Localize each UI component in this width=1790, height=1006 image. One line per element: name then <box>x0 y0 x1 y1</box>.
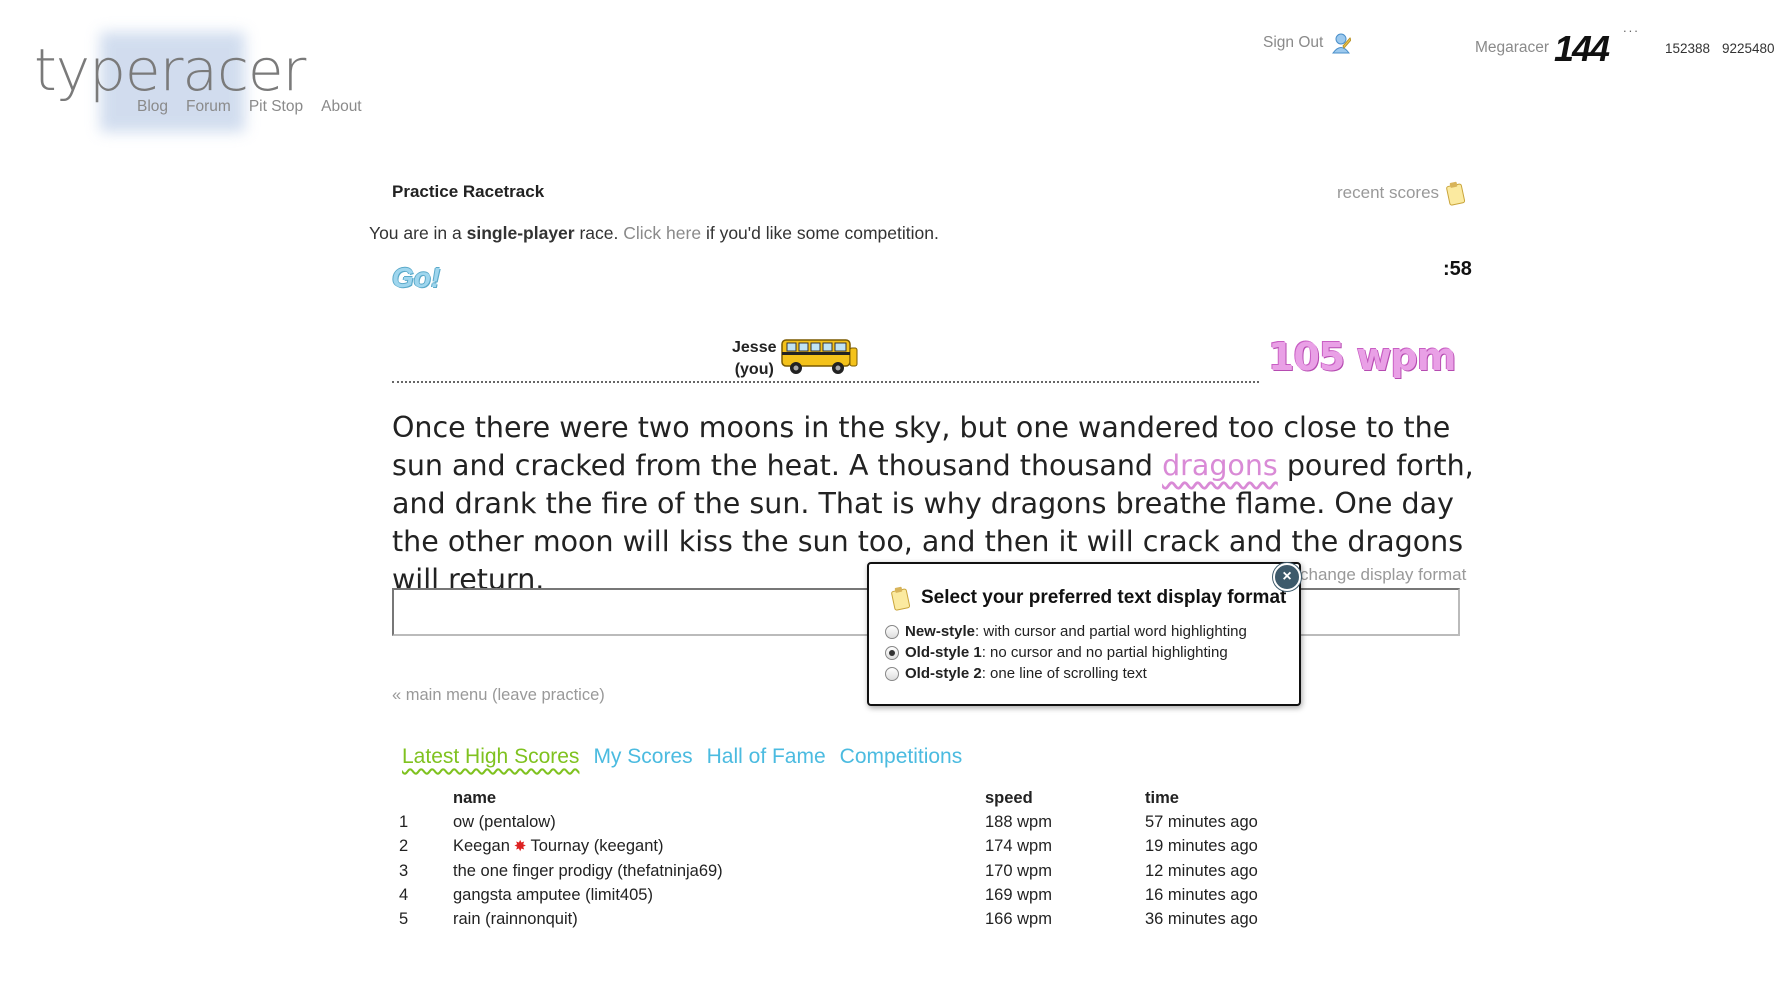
row-name[interactable]: the one finger prodigy (thefatninja69) <box>453 859 985 883</box>
row-time: 57 minutes ago <box>1145 812 1258 831</box>
nav-blog[interactable]: Blog <box>137 98 168 116</box>
row-rank: 4 <box>399 885 409 904</box>
row-speed: 170 wpm <box>985 861 1052 880</box>
header-name: name <box>453 788 497 807</box>
row-rank: 2 <box>399 837 409 856</box>
row-name[interactable]: ow (pentalow) <box>453 810 985 834</box>
stat-races: 152388 <box>1665 41 1711 56</box>
page-title: Practice Racetrack <box>392 182 545 201</box>
wpm-display: 105 wpm <box>1268 335 1456 379</box>
recent-scores-label: recent scores <box>1337 183 1440 202</box>
table-row: 3 the one finger prodigy (thefatninja69)… <box>399 859 1258 883</box>
nav-about[interactable]: About <box>321 98 362 116</box>
recent-scores-link[interactable]: recent scores <box>1337 180 1467 206</box>
intro-bold: single-player <box>466 223 575 243</box>
tab-hall-of-fame[interactable]: Hall of Fame <box>707 745 826 769</box>
row-rank: 1 <box>399 812 409 831</box>
radio-old-style-1[interactable] <box>885 645 899 660</box>
intro-text: if you'd like some competition. <box>705 223 939 243</box>
nav-pit-stop[interactable]: Pit Stop <box>249 98 303 116</box>
high-scores-table: name speed time 1 ow (pentalow) 188 wpm … <box>399 786 1258 932</box>
row-speed: 174 wpm <box>985 837 1052 856</box>
change-display-format-link[interactable]: change display format <box>1300 565 1466 585</box>
nav-forum[interactable]: Forum <box>186 98 231 116</box>
row-time: 16 minutes ago <box>1145 885 1258 904</box>
format-option-new-style[interactable]: New-style: with cursor and partial word … <box>885 623 1247 640</box>
row-name[interactable]: rain (rainnonquit) <box>453 907 985 931</box>
race-track-line <box>392 381 1259 383</box>
header-time: time <box>1145 788 1179 807</box>
table-header-row: name speed time <box>399 786 1258 810</box>
clipboard-icon <box>1446 181 1466 206</box>
popup-title: Select your preferred text display forma… <box>921 587 1287 608</box>
user-settings-icon[interactable] <box>1331 32 1352 54</box>
header-speed: speed <box>985 788 1033 807</box>
site-logo[interactable]: typeracer <box>34 36 306 104</box>
go-indicator: Go! <box>392 262 441 293</box>
race-timer: :58 <box>1443 258 1472 280</box>
table-row: 2 Keegan ✸ Tournay (keegant) 174 wpm 19 mi… <box>399 835 1258 859</box>
option-label: New-style: with cursor and partial word … <box>905 623 1247 640</box>
scores-tabs: Latest High Scores My Scores Hall of Fam… <box>402 745 962 769</box>
sign-out-link[interactable]: Sign Out <box>1263 34 1323 52</box>
race-intro: You are in a single-player race. Click h… <box>369 223 939 244</box>
rank-badge: 144 <box>1554 28 1610 69</box>
row-name[interactable]: gangsta amputee (limit405) <box>453 883 985 907</box>
close-icon[interactable]: × <box>1273 563 1301 591</box>
intro-text: race. <box>579 223 619 243</box>
format-option-old-style-1[interactable]: Old-style 1: no cursor and no partial hi… <box>885 644 1228 661</box>
radio-old-style-2[interactable] <box>885 666 899 681</box>
competition-link[interactable]: Click here <box>623 223 701 243</box>
username[interactable]: Megaracer <box>1475 39 1549 57</box>
option-label: Old-style 2: one line of scrolling text <box>905 665 1147 682</box>
main-menu-link[interactable]: « main menu (leave practice) <box>392 686 605 705</box>
table-row: 5 rain (rainnonquit) 166 wpm 36 minutes … <box>399 907 1258 931</box>
passage-current-word: dragons <box>1162 449 1278 482</box>
sign-out-area: Sign Out <box>1263 32 1352 54</box>
tab-latest-high-scores[interactable]: Latest High Scores <box>402 745 579 769</box>
clipboard-icon <box>891 586 911 611</box>
top-nav: Blog Forum Pit Stop About <box>137 98 362 116</box>
row-speed: 166 wpm <box>985 910 1052 929</box>
tab-my-scores[interactable]: My Scores <box>593 745 692 769</box>
racer-label: Jesse (you) <box>732 337 777 381</box>
radio-new-style[interactable] <box>885 624 899 639</box>
maple-leaf-icon: ✸ <box>513 838 527 856</box>
racer-you: (you) <box>734 361 774 378</box>
table-row: 1 ow (pentalow) 188 wpm 57 minutes ago <box>399 810 1258 834</box>
row-rank: 3 <box>399 861 409 880</box>
row-name[interactable]: Keegan ✸ Tournay (keegant) <box>453 835 985 859</box>
table-row: 4 gangsta amputee (limit405) 169 wpm 16 … <box>399 883 1258 907</box>
format-option-old-style-2[interactable]: Old-style 2: one line of scrolling text <box>885 665 1147 682</box>
tab-competitions[interactable]: Competitions <box>840 745 963 769</box>
row-speed: 169 wpm <box>985 885 1052 904</box>
row-speed: 188 wpm <box>985 812 1052 831</box>
racer-name: Jesse <box>732 339 777 356</box>
option-label: Old-style 1: no cursor and no partial hi… <box>905 644 1228 661</box>
stat-points: 9225480 <box>1722 41 1775 56</box>
row-time: 12 minutes ago <box>1145 861 1258 880</box>
row-time: 19 minutes ago <box>1145 837 1258 856</box>
row-rank: 5 <box>399 910 409 929</box>
rank-dots: ... <box>1623 20 1640 35</box>
row-time: 36 minutes ago <box>1145 910 1258 929</box>
header-rank <box>399 786 453 810</box>
school-bus-car-icon <box>781 339 858 374</box>
intro-text: You are in a <box>369 223 462 243</box>
